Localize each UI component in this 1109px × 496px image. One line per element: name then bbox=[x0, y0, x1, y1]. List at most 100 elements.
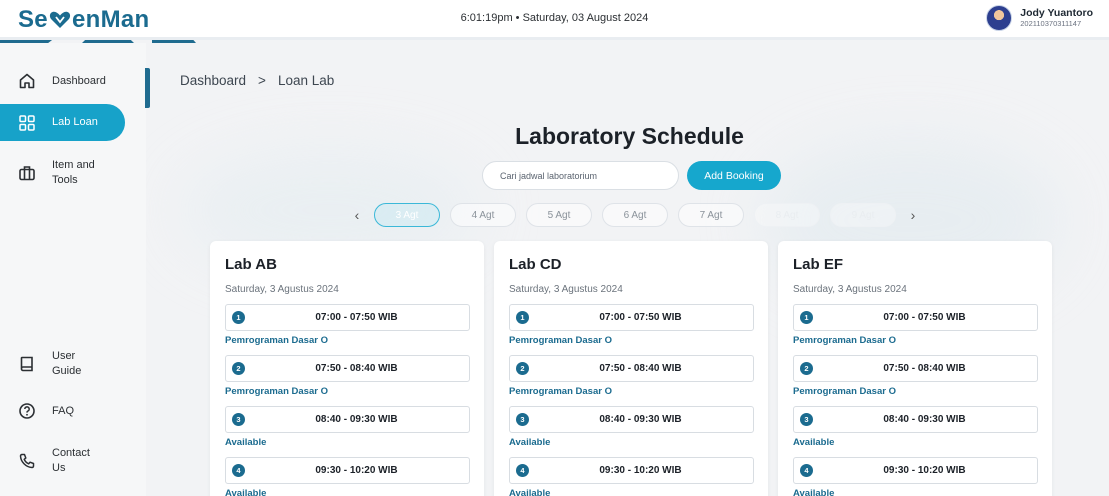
user-profile[interactable]: Jody Yuantoro 202110370311147 bbox=[986, 5, 1093, 31]
datetime-display: 6:01:19pm • Saturday, 03 August 2024 bbox=[460, 12, 649, 24]
sidebar-item-label: Item and Tools bbox=[52, 159, 95, 186]
slot-time: 09:30 - 10:20 WIB bbox=[883, 465, 966, 476]
page-title: Laboratory Schedule bbox=[515, 123, 744, 149]
user-id: 202110370311147 bbox=[1020, 19, 1082, 28]
date-pill[interactable]: 3 Agt bbox=[374, 203, 440, 227]
sidebar-item-lab-loan[interactable]: Lab Loan bbox=[0, 104, 125, 141]
slot-number-badge: 2 bbox=[800, 362, 813, 375]
book-icon bbox=[20, 356, 33, 372]
lab-date: Saturday, 3 Agustus 2024 bbox=[509, 284, 623, 295]
date-selector: ‹ 3 Agt 4 Agt 5 Agt 6 Agt 7 Agt 8 Agt 9 … bbox=[350, 203, 920, 227]
sidebar-item-label: Dashboard bbox=[52, 74, 106, 87]
slot-time: 07:00 - 07:50 WIB bbox=[883, 312, 966, 323]
time-slot[interactable]: 4 09:30 - 10:20 WIB bbox=[225, 457, 470, 484]
slot-number-badge: 1 bbox=[800, 311, 813, 324]
slot-number-badge: 2 bbox=[232, 362, 245, 375]
slot-status: Pemrograman Dasar O bbox=[793, 386, 896, 397]
lab-date: Saturday, 3 Agustus 2024 bbox=[793, 284, 907, 295]
toolbox-icon bbox=[19, 166, 35, 181]
slot-status: Pemrograman Dasar O bbox=[793, 335, 896, 346]
slot-status: Available bbox=[793, 488, 835, 496]
slot-status: Pemrograman Dasar O bbox=[509, 386, 612, 397]
sidebar: Dashboard Lab Loan Item and Tools User G… bbox=[0, 43, 146, 496]
slot-time: 07:50 - 08:40 WIB bbox=[599, 363, 682, 374]
avatar[interactable] bbox=[986, 5, 1013, 31]
slot-time: 08:40 - 09:30 WIB bbox=[315, 414, 398, 425]
slot-status: Available bbox=[793, 437, 835, 448]
slot-number-badge: 4 bbox=[516, 464, 529, 477]
slot-status: Pemrograman Dasar O bbox=[225, 335, 328, 346]
time-slot[interactable]: 2 07:50 - 08:40 WIB bbox=[225, 355, 470, 382]
slot-number-badge: 4 bbox=[232, 464, 245, 477]
sidebar-item-label: FAQ bbox=[52, 404, 75, 417]
time-slot[interactable]: 4 09:30 - 10:20 WIB bbox=[793, 457, 1038, 484]
time-slot[interactable]: 3 08:40 - 09:30 WIB bbox=[509, 406, 754, 433]
phone-icon bbox=[19, 453, 35, 469]
lab-card: Lab AB Saturday, 3 Agustus 2024 1 07:00 … bbox=[210, 241, 484, 496]
slot-number-badge: 2 bbox=[516, 362, 529, 375]
time-slot[interactable]: 3 08:40 - 09:30 WIB bbox=[225, 406, 470, 433]
grid-icon bbox=[19, 114, 35, 131]
slot-number-badge: 3 bbox=[232, 413, 245, 426]
lab-name: Lab AB bbox=[225, 256, 277, 273]
lab-name: Lab CD bbox=[509, 256, 562, 273]
sidebar-item-faq[interactable]: FAQ bbox=[0, 399, 125, 423]
top-header: Se enMan 6:01:19pm • Saturday, 03 August… bbox=[0, 0, 1109, 40]
slot-number-badge: 4 bbox=[800, 464, 813, 477]
slot-status: Pemrograman Dasar O bbox=[225, 386, 328, 397]
breadcrumb: Dashboard > Loan Lab bbox=[180, 73, 334, 88]
chevron-right-icon[interactable]: › bbox=[906, 207, 920, 223]
time-slot[interactable]: 3 08:40 - 09:30 WIB bbox=[793, 406, 1038, 433]
date-pill[interactable]: 4 Agt bbox=[450, 203, 516, 227]
slot-number-badge: 3 bbox=[800, 413, 813, 426]
slot-time: 09:30 - 10:20 WIB bbox=[599, 465, 682, 476]
sidebar-item-label: User Guide bbox=[52, 350, 82, 377]
sidebar-item-label: Contact Us bbox=[52, 447, 90, 474]
date-pill[interactable]: 5 Agt bbox=[526, 203, 592, 227]
breadcrumb-current: Loan Lab bbox=[277, 73, 335, 88]
time-slot[interactable]: 1 07:00 - 07:50 WIB bbox=[225, 304, 470, 331]
sidebar-item-contact-us[interactable]: Contact Us bbox=[0, 445, 125, 477]
date-pill[interactable]: 9 Agt bbox=[830, 203, 896, 227]
time-slot[interactable]: 1 07:00 - 07:50 WIB bbox=[793, 304, 1038, 331]
date-pill[interactable]: 8 Agt bbox=[754, 203, 820, 227]
time-slot[interactable]: 1 07:00 - 07:50 WIB bbox=[509, 304, 754, 331]
slot-time: 07:00 - 07:50 WIB bbox=[315, 312, 398, 323]
slot-time: 09:30 - 10:20 WIB bbox=[315, 465, 398, 476]
slot-time: 08:40 - 09:30 WIB bbox=[599, 414, 682, 425]
slot-time: 07:50 - 08:40 WIB bbox=[883, 363, 966, 374]
lab-name: Lab EF bbox=[793, 256, 844, 273]
search-input[interactable] bbox=[482, 161, 679, 190]
lab-card: Lab EF Saturday, 3 Agustus 2024 1 07:00 … bbox=[778, 241, 1052, 496]
home-icon bbox=[19, 73, 35, 89]
slot-status: Available bbox=[509, 488, 551, 496]
slot-status: Available bbox=[225, 437, 267, 448]
main-content: Dashboard > Loan Lab Laboratory Schedule… bbox=[150, 43, 1109, 496]
slot-time: 08:40 - 09:30 WIB bbox=[883, 414, 966, 425]
slot-time: 07:00 - 07:50 WIB bbox=[599, 312, 682, 323]
sidebar-item-item-and-tools[interactable]: Item and Tools bbox=[0, 157, 125, 189]
date-pill[interactable]: 6 Agt bbox=[602, 203, 668, 227]
add-booking-button[interactable]: Add Booking bbox=[687, 161, 781, 190]
time-slot[interactable]: 2 07:50 - 08:40 WIB bbox=[509, 355, 754, 382]
help-circle-icon bbox=[19, 403, 35, 419]
time-slot[interactable]: 2 07:50 - 08:40 WIB bbox=[793, 355, 1038, 382]
slot-time: 07:50 - 08:40 WIB bbox=[315, 363, 398, 374]
slot-number-badge: 1 bbox=[232, 311, 245, 324]
slot-status: Pemrograman Dasar O bbox=[509, 335, 612, 346]
slot-number-badge: 1 bbox=[516, 311, 529, 324]
user-name: Jody Yuantoro bbox=[1020, 7, 1093, 19]
slot-status: Available bbox=[509, 437, 551, 448]
date-pill[interactable]: 7 Agt bbox=[678, 203, 744, 227]
sidebar-item-label: Lab Loan bbox=[52, 116, 98, 128]
sidebar-item-user-guide[interactable]: User Guide bbox=[0, 348, 125, 380]
sidebar-item-dashboard[interactable]: Dashboard bbox=[0, 69, 125, 93]
time-slot[interactable]: 4 09:30 - 10:20 WIB bbox=[509, 457, 754, 484]
chevron-left-icon[interactable]: ‹ bbox=[350, 207, 364, 223]
lab-card: Lab CD Saturday, 3 Agustus 2024 1 07:00 … bbox=[494, 241, 768, 496]
slot-number-badge: 3 bbox=[516, 413, 529, 426]
lab-date: Saturday, 3 Agustus 2024 bbox=[225, 284, 339, 295]
breadcrumb-dashboard[interactable]: Dashboard bbox=[180, 73, 246, 88]
breadcrumb-separator: > bbox=[258, 73, 266, 88]
slot-status: Available bbox=[225, 488, 267, 496]
